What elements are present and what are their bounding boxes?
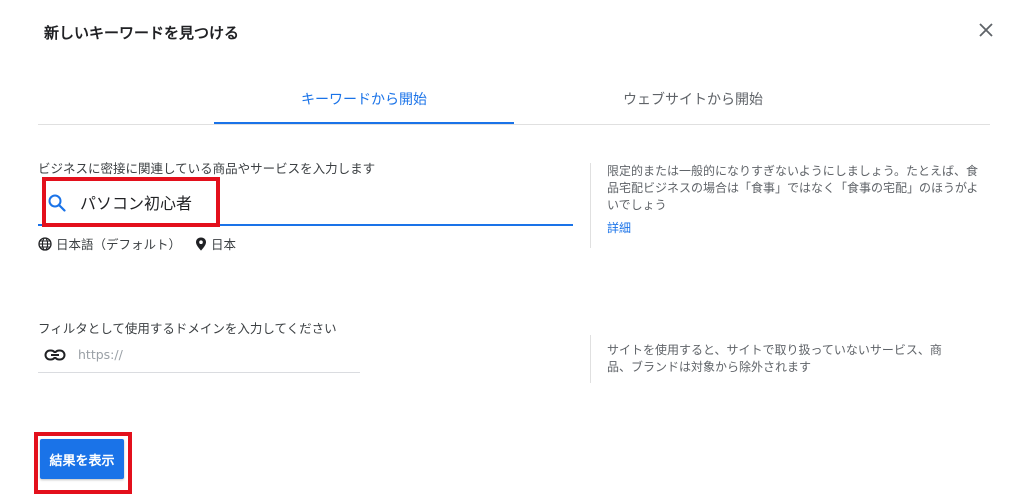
targeting-settings: 日本語（デフォルト） 日本 — [38, 234, 250, 253]
details-link[interactable]: 詳細 — [607, 220, 982, 237]
location-setting[interactable]: 日本 — [195, 234, 236, 253]
keyword-input-value: パソコン初心者 — [80, 194, 193, 213]
language-setting[interactable]: 日本語（デフォルト） — [38, 234, 181, 253]
domain-hint-text: サイトを使用すると、サイトで取り扱っていないサービス、商品、ブランドは対象から除… — [607, 343, 942, 374]
keyword-input-label: ビジネスに密接に関連している商品やサービスを入力します — [38, 161, 376, 176]
tab-website-start[interactable]: ウェブサイトから開始 — [543, 78, 843, 123]
tab-bar: キーワードから開始 ウェブサイトから開始 — [38, 78, 990, 125]
link-icon — [44, 349, 66, 361]
domain-hint: サイトを使用すると、サイトで取り扱っていないサービス、商品、ブランドは対象から除… — [590, 335, 965, 383]
show-results-button[interactable]: 結果を表示 — [40, 439, 124, 479]
globe-icon — [38, 236, 52, 251]
location-label: 日本 — [211, 237, 237, 252]
domain-input[interactable] — [76, 346, 350, 363]
language-label: 日本語（デフォルト） — [56, 237, 182, 252]
domain-input-label: フィルタとして使用するドメインを入力してください — [38, 321, 337, 336]
domain-input-field[interactable] — [38, 340, 360, 373]
dialog-title: 新しいキーワードを見つける — [44, 24, 240, 42]
search-icon — [48, 194, 66, 212]
keyword-hint: 限定的または一般的になりすぎないようにしましょう。たとえば、食品宅配ビジネスの場… — [590, 163, 982, 248]
keyword-hint-text: 限定的または一般的になりすぎないようにしましょう。たとえば、食品宅配ビジネスの場… — [607, 164, 979, 212]
tab-keyword-start[interactable]: キーワードから開始 — [214, 78, 514, 124]
location-pin-icon — [196, 237, 207, 250]
close-icon[interactable] — [976, 20, 996, 40]
keyword-input[interactable]: パソコン初心者 — [38, 180, 573, 226]
